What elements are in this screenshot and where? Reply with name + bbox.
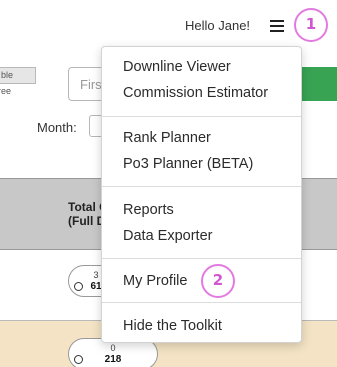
toolkit-dropdown-menu: Downline Viewer Commission Estimator Ran… (101, 46, 302, 343)
filter-toggle[interactable]: ble (0, 67, 36, 84)
menu-item-my-profile[interactable]: My Profile (123, 273, 187, 289)
menu-divider (102, 302, 301, 303)
menu-divider (102, 258, 301, 259)
column-header-line2: (Full D (68, 214, 106, 228)
clock-icon (74, 355, 83, 364)
clock-icon (74, 282, 83, 291)
annotation-marker-1: 1 (294, 8, 328, 42)
menu-item-reports[interactable]: Reports (123, 202, 174, 218)
user-greeting: Hello Jane! (185, 18, 251, 33)
menu-item-commission-estimator[interactable]: Commission Estimator (123, 85, 268, 101)
menu-item-rank-planner[interactable]: Rank Planner (123, 130, 211, 146)
hamburger-menu-icon[interactable] (270, 20, 284, 32)
menu-item-hide-toolkit[interactable]: Hide the Toolkit (123, 318, 222, 334)
month-label: Month: (37, 120, 77, 135)
menu-item-data-exporter[interactable]: Data Exporter (123, 228, 212, 244)
menu-item-downline-viewer[interactable]: Downline Viewer (123, 59, 231, 75)
filter-toggle-sub: ree (0, 86, 12, 96)
filter-toggle-label: ble (1, 70, 14, 80)
menu-item-po3-planner[interactable]: Po3 Planner (BETA) (123, 156, 253, 172)
menu-divider (102, 116, 301, 117)
annotation-marker-2: 2 (201, 264, 235, 298)
menu-divider (102, 186, 301, 187)
